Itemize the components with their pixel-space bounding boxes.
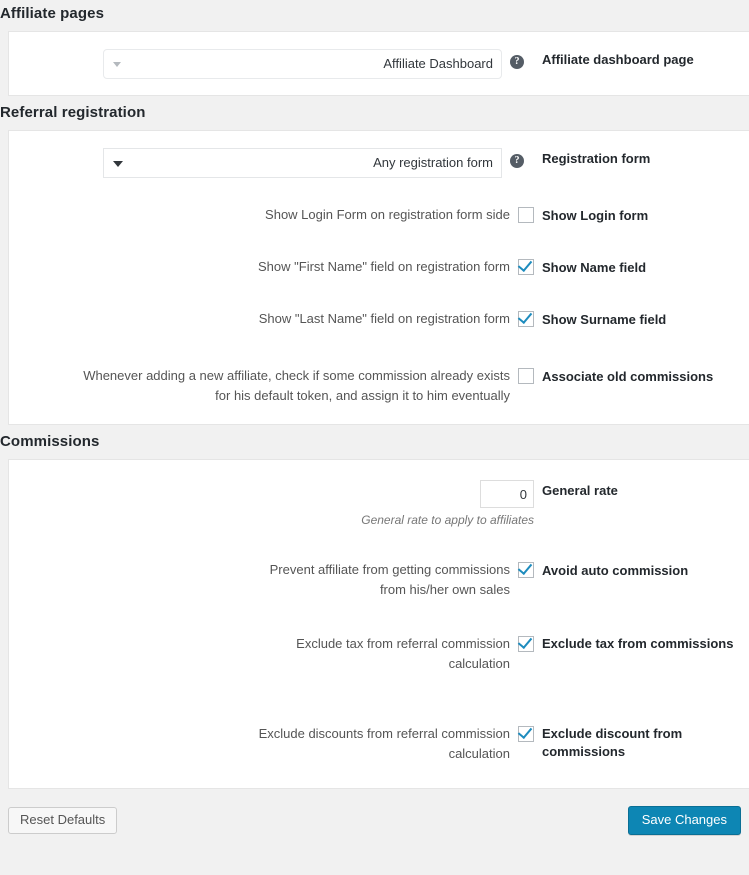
registration-form-select[interactable]: Any registration form	[103, 148, 502, 178]
setting-row-registration-form: Registration form ? Any registration for…	[9, 138, 749, 186]
checkbox-field: Exclude tax from referral commission cal…	[258, 634, 534, 674]
row-label: Affiliate dashboard page	[542, 52, 694, 67]
row-field: Whenever adding a new affiliate, check i…	[9, 364, 534, 406]
affiliate-dashboard-page-select[interactable]: Affiliate Dashboard	[103, 49, 502, 79]
setting-row-show-login-form: Show Login form Show Login Form on regis…	[9, 186, 749, 233]
row-label: Avoid auto commission	[542, 563, 689, 578]
row-label: Associate old commissions	[542, 369, 714, 384]
show-surname-field-checkbox[interactable]	[518, 311, 534, 327]
row-field: Exclude tax from referral commission cal…	[9, 632, 534, 674]
checkbox-label: Show "First Name" field on registration …	[258, 259, 510, 274]
setting-row-avoid-auto-commission: Avoid auto commission Prevent affiliate …	[9, 535, 749, 608]
row-field: ? Any registration form	[9, 146, 534, 178]
save-changes-button[interactable]: Save Changes	[627, 806, 741, 835]
checkbox-field: Exclude discounts from referral commissi…	[258, 724, 534, 764]
select-wrapper: Any registration form	[103, 148, 502, 178]
section-heading-commissions: Commissions	[0, 425, 749, 459]
checkbox-field: Show "First Name" field on registration …	[258, 257, 534, 277]
row-field: Show "Last Name" field on registration f…	[9, 307, 534, 329]
checkbox-label: Exclude tax from referral commission cal…	[296, 636, 510, 671]
panel-commissions: General rate General rate to apply to af…	[8, 459, 749, 789]
row-label: Show Surname field	[542, 312, 667, 327]
form-footer: Reset Defaults Save Changes	[0, 789, 749, 835]
field-description: General rate to apply to affiliates	[361, 513, 534, 527]
exclude-tax-checkbox[interactable]	[518, 636, 534, 652]
row-label: Show Name field	[542, 260, 647, 275]
checkbox-field: Prevent affiliate from getting commissio…	[258, 560, 534, 600]
checkbox-label: Show Login Form on registration form sid…	[265, 207, 510, 222]
row-field: General rate to apply to affiliates	[9, 478, 534, 527]
panel-affiliate-pages: Affiliate dashboard page ? Affiliate Das…	[8, 31, 749, 96]
avoid-auto-commission-checkbox[interactable]	[518, 562, 534, 578]
row-field: Show "First Name" field on registration …	[9, 255, 534, 277]
checkbox-field: Whenever adding a new affiliate, check i…	[57, 366, 534, 406]
panel-referral-registration: Registration form ? Any registration for…	[8, 130, 749, 425]
setting-row-associate-old-commissions: Associate old commissions Whenever addin…	[9, 337, 749, 414]
number-block: General rate to apply to affiliates	[361, 480, 534, 527]
show-name-field-checkbox[interactable]	[518, 259, 534, 275]
checkbox-field: Show Login Form on registration form sid…	[258, 205, 534, 225]
checkbox-field: Show "Last Name" field on registration f…	[258, 309, 534, 329]
show-login-form-checkbox[interactable]	[518, 207, 534, 223]
checkbox-label: Prevent affiliate from getting commissio…	[269, 562, 510, 597]
row-label: Registration form	[542, 151, 651, 166]
setting-row-exclude-tax: Exclude tax from commissions Exclude tax…	[9, 608, 749, 682]
question-mark-circle-icon[interactable]: ?	[510, 154, 524, 168]
checkbox-label: Exclude discounts from referral commissi…	[258, 726, 510, 761]
row-label: Exclude discount from commissions	[542, 726, 683, 759]
checkbox-label: Whenever adding a new affiliate, check i…	[83, 368, 510, 403]
row-label: Exclude tax from commissions	[542, 636, 734, 651]
row-field: Show Login Form on registration form sid…	[9, 203, 534, 225]
row-field: Exclude discounts from referral commissi…	[9, 722, 534, 764]
row-field: Prevent affiliate from getting commissio…	[9, 558, 534, 600]
row-label: General rate	[542, 483, 618, 498]
setting-row-exclude-discount: Exclude discount from commissions Exclud…	[9, 682, 749, 772]
row-field: ? Affiliate Dashboard	[9, 47, 534, 79]
question-mark-circle-icon[interactable]: ?	[510, 55, 524, 69]
setting-row-affiliate-dashboard-page: Affiliate dashboard page ? Affiliate Das…	[9, 39, 749, 87]
settings-page: Affiliate pages Affiliate dashboard page…	[0, 0, 749, 875]
reset-defaults-button[interactable]: Reset Defaults	[8, 807, 118, 834]
setting-row-show-surname-field: Show Surname field Show "Last Name" fiel…	[9, 285, 749, 337]
checkbox-label: Show "Last Name" field on registration f…	[258, 311, 510, 326]
section-heading-affiliate-pages: Affiliate pages	[0, 0, 749, 31]
row-label: Show Login form	[542, 208, 649, 223]
setting-row-general-rate: General rate General rate to apply to af…	[9, 467, 749, 535]
general-rate-input[interactable]	[480, 480, 534, 508]
section-heading-referral-registration: Referral registration	[0, 96, 749, 130]
setting-row-show-name-field: Show Name field Show "First Name" field …	[9, 233, 749, 285]
exclude-discount-checkbox[interactable]	[518, 726, 534, 742]
associate-old-commissions-checkbox[interactable]	[518, 368, 534, 384]
select-wrapper: Affiliate Dashboard	[103, 49, 502, 79]
